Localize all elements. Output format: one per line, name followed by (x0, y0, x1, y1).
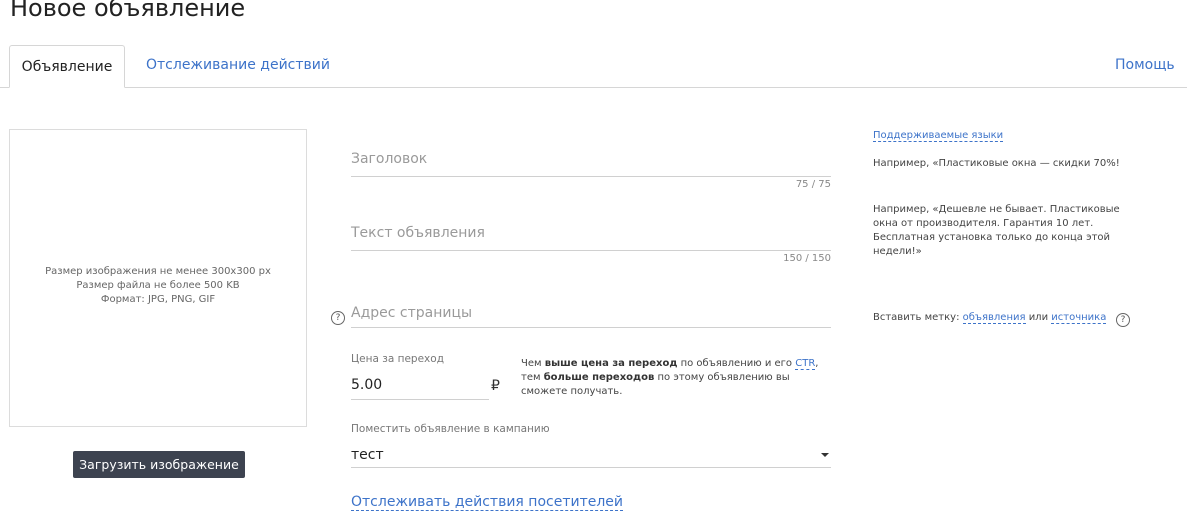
page-title: Новое объявление (10, 0, 246, 22)
headline-counter: 75 / 75 (795, 179, 831, 190)
headline-example: Например, «Пластиковые окна — скидки 70%… (873, 158, 1120, 169)
insert-ad-tag-link[interactable]: объявления (962, 312, 1026, 324)
url-help-icon[interactable]: ? (331, 311, 345, 325)
tab-tracking[interactable]: Отслеживание действий (146, 57, 330, 73)
ad-text-underline (351, 250, 831, 251)
campaign-select[interactable]: тест (351, 447, 384, 463)
price-note-bold-2: больше переходов (543, 372, 655, 383)
headline-input[interactable]: Заголовок (351, 151, 427, 167)
insert-tag-help-icon[interactable]: ? (1116, 313, 1130, 327)
campaign-underline (351, 467, 831, 468)
image-size-hint: Размер изображения не менее 300x300 px (45, 266, 271, 277)
insert-tag-label: Вставить метку: (873, 312, 960, 323)
upload-image-button[interactable]: Загрузить изображение (73, 451, 245, 478)
help-link[interactable]: Помощь (1115, 57, 1175, 73)
price-explanation: Чем выше цена за переход по объявлению и… (521, 357, 831, 399)
tab-ad[interactable]: Объявление (9, 45, 125, 88)
ctr-link[interactable]: CTR (795, 358, 816, 370)
headline-underline (351, 176, 831, 177)
image-requirements: Размер изображения не менее 300x300 px Р… (9, 265, 307, 307)
currency-symbol: ₽ (491, 378, 500, 394)
supported-languages[interactable]: Поддерживаемые языки (873, 129, 1004, 143)
caret-down-icon[interactable] (821, 453, 829, 457)
track-visitors-link-text[interactable]: Отслеживать действия посетителей (351, 494, 624, 511)
supported-languages-link[interactable]: Поддерживаемые языки (873, 130, 1004, 142)
page-url-underline (351, 327, 831, 328)
file-size-hint: Размер файла не более 500 KB (76, 280, 240, 291)
price-note-text-2: по объявлению и его (677, 358, 796, 369)
insert-tag: Вставить метку: объявления или источника (873, 311, 1107, 325)
insert-source-tag-link[interactable]: источника (1051, 312, 1107, 324)
price-note-text-1: Чем (521, 358, 545, 369)
price-note-bold-1: выше цена за переход (544, 358, 678, 369)
price-label: Цена за переход (351, 353, 444, 365)
page-url-input[interactable]: Адрес страницы (351, 305, 472, 321)
price-underline (351, 399, 489, 400)
campaign-label: Поместить объявление в кампанию (351, 423, 550, 435)
ad-text-counter: 150 / 150 (783, 253, 831, 264)
insert-or-text: или (1028, 312, 1049, 323)
price-input[interactable]: 5.00 (351, 377, 382, 393)
ad-text-input[interactable]: Текст объявления (351, 225, 485, 241)
tabs-divider (0, 87, 1187, 88)
track-visitors-link[interactable]: Отслеживать действия посетителей (351, 494, 624, 511)
ad-text-example: Например, «Дешевле не бывает. Пластиковы… (873, 204, 1120, 257)
format-hint: Формат: JPG, PNG, GIF (100, 294, 216, 305)
